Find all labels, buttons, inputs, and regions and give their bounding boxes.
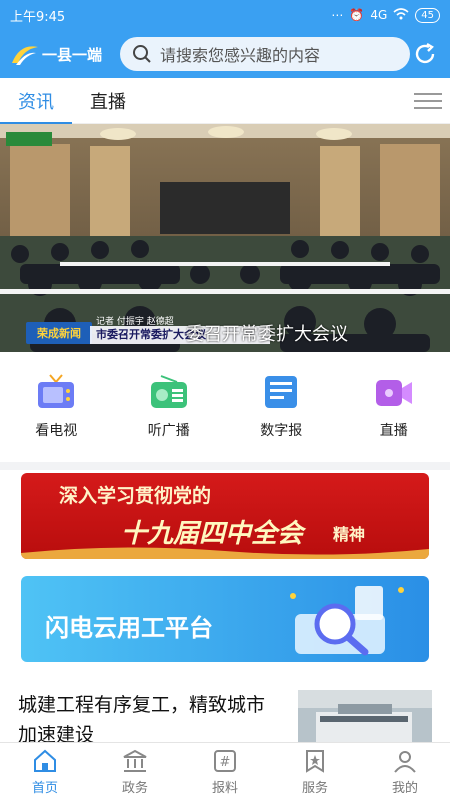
section-divider <box>0 462 450 470</box>
ticker-logo: 荣成新闻 <box>26 322 92 344</box>
nav-service[interactable]: 服务 <box>280 748 350 796</box>
nav-home-label: 首页 <box>31 780 58 796</box>
search-icon <box>133 45 151 63</box>
quick-item-radio[interactable]: 听广播 <box>129 374 209 440</box>
dots-icon: ⋯ <box>331 8 344 22</box>
nav-profile-label: 我的 <box>391 780 418 796</box>
nav-report[interactable]: # 报料 <box>190 748 260 796</box>
nav-profile[interactable]: 我的 <box>370 748 440 796</box>
bottom-navigation: 首页 政务 # 报料 服务 我的 <box>0 742 450 800</box>
nav-government[interactable]: 政务 <box>100 748 170 796</box>
nav-service-label: 服务 <box>301 780 328 796</box>
svg-text:#: # <box>220 755 231 770</box>
job-platform-banner[interactable]: 闪电云用工平台 <box>21 576 429 662</box>
home-icon <box>34 749 56 772</box>
user-icon <box>394 750 416 773</box>
radio-icon <box>150 375 187 408</box>
search-input[interactable]: 请搜索您感兴趣的内容 <box>120 37 410 71</box>
news-headline[interactable]: 城建工程有序复工，精致城市加速建设 <box>18 690 283 750</box>
logo-swoosh-icon <box>12 46 38 65</box>
app-header: 一县一端 请搜索您感兴趣的内容 <box>0 30 450 78</box>
wifi-icon <box>393 7 409 23</box>
banner-wave-decoration <box>21 547 429 559</box>
nav-report-label: 报料 <box>211 780 238 796</box>
status-bar: 上午9:45 ⋯ ⏰ 4G 45 <box>0 0 450 30</box>
video-icon <box>375 380 412 406</box>
channel-tabs: 资讯 直播 <box>0 78 450 124</box>
nav-home[interactable]: 首页 <box>10 748 80 796</box>
signal-label: 4G <box>370 8 388 22</box>
banner-red-line3: 精神 <box>333 525 366 544</box>
menu-line-icon <box>414 106 442 109</box>
government-icon <box>123 749 147 772</box>
refresh-icon <box>415 42 435 64</box>
tv-icon <box>38 374 75 408</box>
search-placeholder: 请搜索您感兴趣的内容 <box>160 46 321 65</box>
hero-caption: 委召开常委扩大会议 <box>186 324 348 345</box>
status-icons: ⋯ ⏰ 4G 45 <box>331 7 440 23</box>
service-icon <box>306 749 324 773</box>
alarm-icon: ⏰ <box>349 8 365 22</box>
tab-news[interactable]: 资讯 <box>0 78 72 124</box>
quick-label-newspaper: 数字报 <box>260 423 303 439</box>
party-study-banner[interactable]: 深入学习贯彻党的 十九届四中全会 精神 <box>21 473 429 559</box>
refresh-button[interactable] <box>410 39 440 69</box>
app-logo[interactable]: 一县一端 <box>10 41 110 67</box>
status-time: 上午9:45 <box>10 9 66 25</box>
banner-blue-text: 闪电云用工平台 <box>45 614 213 642</box>
hashtag-icon: # <box>214 749 236 772</box>
quick-access: 看电视 听广播 数字报 直播 <box>0 352 450 462</box>
quick-label-tv: 看电视 <box>35 423 78 439</box>
quick-label-radio: 听广播 <box>147 423 190 439</box>
hero-image[interactable]: 荣成新闻 记者 付振宇 赵德超 市委召开常委扩大会议 委召开常委扩大会议 <box>0 124 450 352</box>
menu-line-icon <box>414 92 442 95</box>
nav-government-label: 政务 <box>121 780 148 796</box>
quick-item-live[interactable]: 直播 <box>354 374 434 440</box>
magnifier-illustration-icon <box>290 586 404 656</box>
quick-label-live: 直播 <box>379 423 408 439</box>
construction-photo <box>298 690 432 750</box>
battery-indicator: 45 <box>415 7 440 23</box>
newspaper-icon <box>265 376 298 408</box>
banner-red-line1: 深入学习贯彻党的 <box>59 485 212 507</box>
tab-live[interactable]: 直播 <box>72 78 144 124</box>
news-thumbnail[interactable] <box>298 690 432 750</box>
menu-line-icon <box>414 99 442 102</box>
quick-item-newspaper[interactable]: 数字报 <box>241 374 321 440</box>
logo-text: 一县一端 <box>42 45 103 64</box>
app-page: 上午9:45 ⋯ ⏰ 4G 45 一县一端 请搜索您感兴趣的内容 资讯 直播 荣… <box>0 0 450 800</box>
quick-item-tv[interactable]: 看电视 <box>16 374 96 440</box>
channel-menu-button[interactable] <box>414 87 442 115</box>
